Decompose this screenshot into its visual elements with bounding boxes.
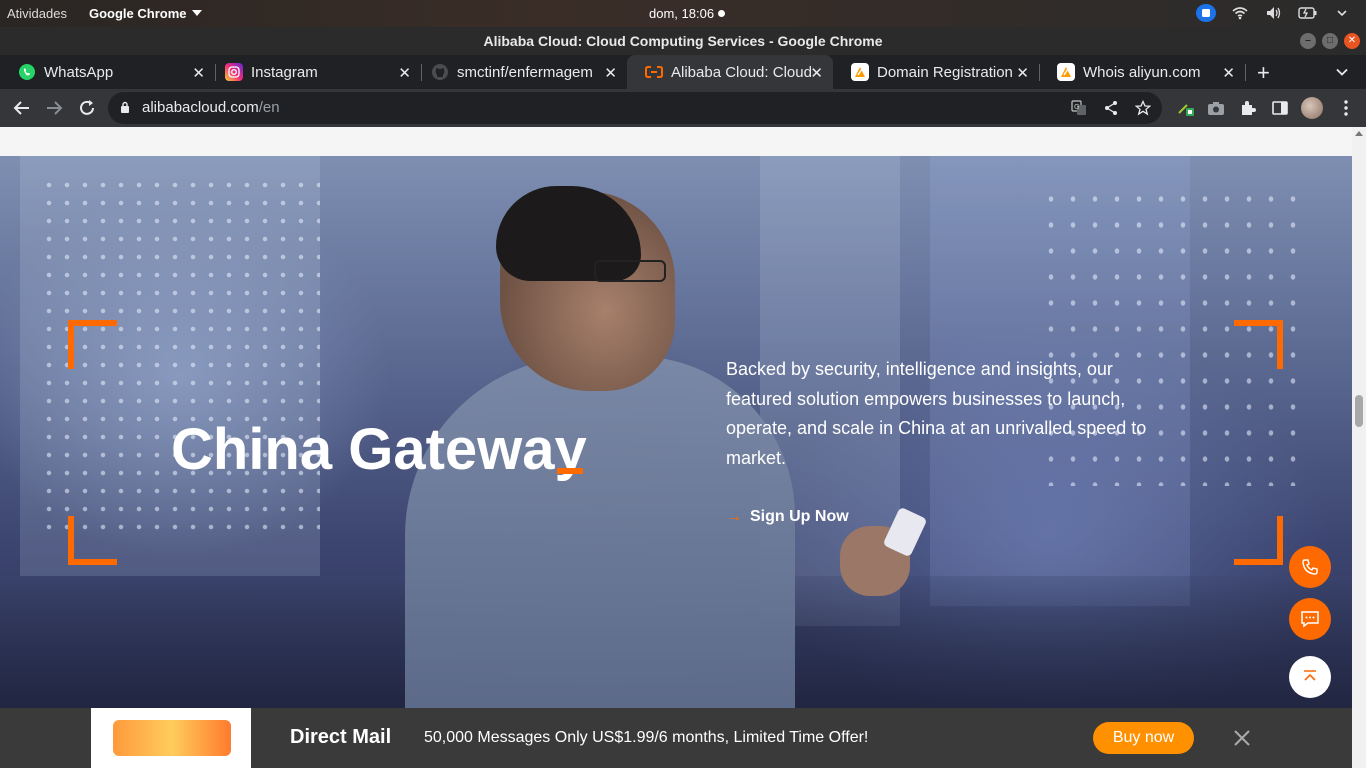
new-tab-button[interactable]: + bbox=[1257, 60, 1270, 86]
more-menu-icon[interactable] bbox=[1337, 99, 1355, 117]
sign-up-label: Sign Up Now bbox=[750, 508, 849, 525]
forward-icon[interactable] bbox=[44, 98, 64, 118]
tab-label: smctinf/enfermagem bbox=[457, 63, 593, 81]
aliyun-icon bbox=[1057, 63, 1075, 81]
close-tab-icon[interactable]: ✕ bbox=[398, 64, 411, 82]
instagram-icon bbox=[225, 63, 243, 81]
share-icon[interactable] bbox=[1103, 100, 1119, 116]
bracket-top-right bbox=[1234, 320, 1283, 369]
window-title: Alibaba Cloud: Cloud Computing Services … bbox=[483, 33, 883, 49]
tab-whatsapp[interactable]: WhatsApp ✕ bbox=[0, 55, 216, 89]
bookmark-star-icon[interactable] bbox=[1135, 100, 1151, 116]
tab-separator bbox=[1245, 64, 1246, 81]
chat-button[interactable] bbox=[1289, 598, 1331, 640]
clock[interactable]: dom, 18:06 bbox=[649, 6, 726, 21]
tab-label: Whois aliyun.com bbox=[1083, 63, 1201, 81]
svg-text:G: G bbox=[1074, 103, 1079, 111]
wifi-icon[interactable] bbox=[1230, 4, 1250, 22]
lock-icon[interactable] bbox=[120, 101, 130, 113]
scrollbar-thumb[interactable] bbox=[1355, 395, 1363, 427]
bracket-bottom-left bbox=[68, 516, 117, 565]
app-menu[interactable]: Google Chrome bbox=[89, 6, 202, 21]
promo-gift-graphic bbox=[113, 720, 231, 756]
minimize-button[interactable]: – bbox=[1300, 33, 1316, 49]
title-cursor-mark bbox=[557, 468, 583, 474]
url-host: alibabacloud.com bbox=[142, 99, 259, 116]
tab-github[interactable]: smctinf/enfermagem ✕ bbox=[413, 55, 627, 89]
close-tab-icon[interactable]: ✕ bbox=[604, 64, 617, 82]
back-icon[interactable] bbox=[12, 98, 32, 118]
whatsapp-icon bbox=[18, 63, 36, 81]
close-tab-icon[interactable]: ✕ bbox=[1016, 64, 1029, 82]
translate-icon[interactable]: G bbox=[1071, 100, 1087, 116]
url-text[interactable]: alibabacloud.com/en bbox=[142, 99, 280, 116]
tab-label: Alibaba Cloud: Cloud bbox=[671, 63, 812, 81]
arrow-up-icon bbox=[1304, 670, 1316, 681]
alibaba-icon bbox=[645, 63, 663, 81]
power-menu-icon[interactable] bbox=[1332, 4, 1352, 22]
notification-dot-icon bbox=[718, 10, 726, 17]
chat-icon bbox=[1301, 611, 1319, 628]
promo-image[interactable] bbox=[91, 708, 251, 768]
back-to-top-button[interactable] bbox=[1289, 656, 1331, 698]
sign-up-link[interactable]: → Sign Up Now bbox=[726, 508, 849, 526]
tab-strip: WhatsApp ✕ Instagram ✕ smctinf/enfermage… bbox=[0, 55, 1366, 89]
side-panel-icon[interactable] bbox=[1271, 99, 1289, 117]
profile-avatar[interactable] bbox=[1301, 97, 1323, 119]
hero-banner: China Gateway Backed by security, intell… bbox=[0, 156, 1352, 708]
tab-label: Domain Registration bbox=[877, 63, 1013, 81]
arrow-right-icon: → bbox=[726, 508, 742, 525]
extension-pen-icon[interactable] bbox=[1177, 99, 1195, 117]
battery-icon[interactable] bbox=[1298, 4, 1318, 22]
close-tab-icon[interactable]: ✕ bbox=[192, 64, 205, 82]
volume-icon[interactable] bbox=[1264, 4, 1284, 22]
activities-button[interactable]: Atividades bbox=[7, 6, 67, 21]
reload-icon[interactable] bbox=[77, 98, 97, 118]
tab-label: Instagram bbox=[251, 63, 318, 81]
phone-icon bbox=[1302, 559, 1318, 575]
close-tab-icon[interactable]: ✕ bbox=[810, 64, 823, 82]
clock-label: dom, 18:06 bbox=[649, 6, 715, 21]
aliyun-icon bbox=[851, 63, 869, 81]
page-scrollbar[interactable] bbox=[1352, 127, 1366, 768]
tab-domain-registration[interactable]: Domain Registration ✕ bbox=[833, 55, 1040, 89]
tab-instagram[interactable]: Instagram ✕ bbox=[207, 55, 422, 89]
extensions-puzzle-icon[interactable] bbox=[1239, 99, 1257, 117]
window-controls: – □ ✕ bbox=[1300, 33, 1360, 49]
camera-icon[interactable] bbox=[1207, 99, 1225, 117]
tab-whois[interactable]: Whois aliyun.com ✕ bbox=[1039, 55, 1246, 89]
screen-record-icon[interactable] bbox=[1196, 4, 1216, 22]
browser-toolbar: alibabacloud.com/en G bbox=[0, 89, 1366, 127]
address-bar[interactable]: alibabacloud.com/en G bbox=[108, 92, 1162, 124]
tab-label: WhatsApp bbox=[44, 63, 114, 81]
close-tab-icon[interactable]: ✕ bbox=[1222, 64, 1235, 82]
github-icon bbox=[431, 63, 449, 81]
close-banner-icon[interactable] bbox=[1232, 728, 1252, 748]
tab-alibaba-cloud[interactable]: Alibaba Cloud: Cloud ✕ bbox=[627, 55, 833, 89]
bracket-bottom-right bbox=[1234, 516, 1283, 565]
hero-person-glasses bbox=[594, 260, 666, 282]
promo-product-name: Direct Mail bbox=[290, 726, 392, 748]
chevron-down-icon bbox=[191, 10, 202, 16]
window-titlebar: Alibaba Cloud: Cloud Computing Services … bbox=[0, 27, 1366, 55]
url-path: /en bbox=[258, 99, 280, 116]
app-menu-label: Google Chrome bbox=[89, 6, 187, 21]
tab-search-icon[interactable] bbox=[1336, 66, 1348, 78]
promo-message: 50,000 Messages Only US$1.99/6 months, L… bbox=[424, 729, 869, 746]
close-window-button[interactable]: ✕ bbox=[1344, 33, 1360, 49]
maximize-button[interactable]: □ bbox=[1322, 33, 1338, 49]
scroll-up-arrow-icon[interactable] bbox=[1355, 131, 1363, 136]
hero-title: China Gateway bbox=[171, 417, 587, 482]
bracket-top-left bbox=[68, 320, 117, 369]
system-top-bar: Atividades Google Chrome dom, 18:06 bbox=[0, 0, 1366, 27]
buy-now-button[interactable]: Buy now bbox=[1093, 722, 1194, 754]
system-tray bbox=[1196, 4, 1352, 22]
promo-banner: Direct Mail 50,000 Messages Only US$1.99… bbox=[0, 708, 1352, 768]
hero-description: Backed by security, intelligence and ins… bbox=[726, 359, 1147, 468]
contact-phone-button[interactable] bbox=[1289, 546, 1331, 588]
page-viewport: China Gateway Backed by security, intell… bbox=[0, 127, 1352, 768]
